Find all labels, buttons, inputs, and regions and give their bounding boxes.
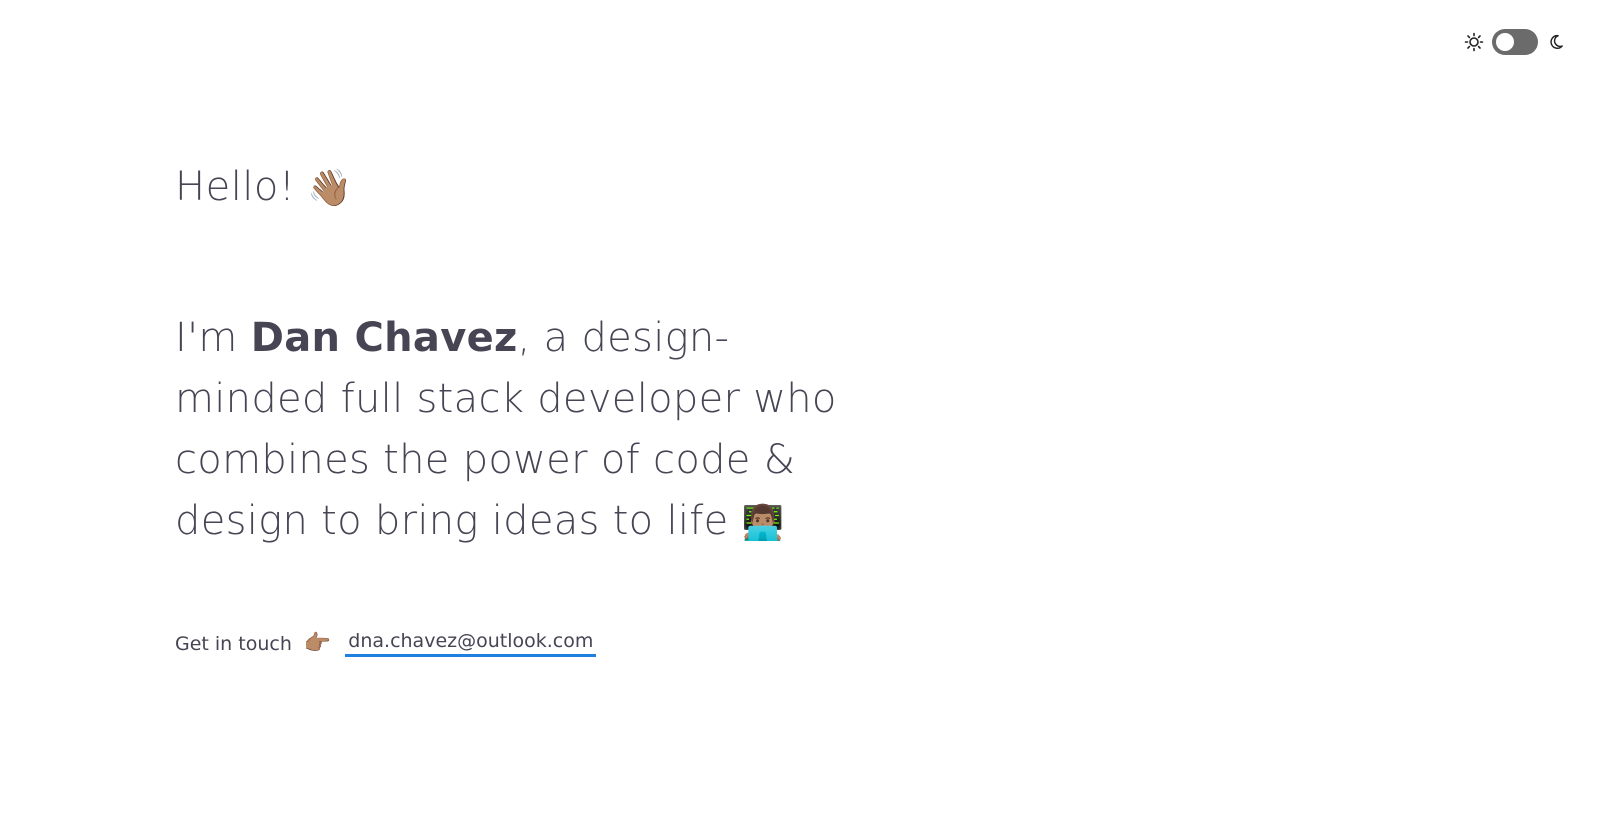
author-name: Dan Chavez (250, 315, 518, 361)
email-link[interactable]: dna.chavez@outlook.com (345, 630, 597, 657)
dark-mode-switch[interactable] (1492, 29, 1538, 55)
greeting-heading: Hello! 👋🏽 (175, 160, 895, 216)
intro-paragraph: I'm Dan Chavez, a design-minded full sta… (175, 308, 875, 554)
switch-knob (1496, 33, 1514, 51)
contact-row: Get in touch 👉🏽 dna.chavez@outlook.com (175, 630, 895, 657)
waving-hand-emoji: 👋🏽 (307, 168, 353, 209)
moon-icon (1550, 33, 1568, 51)
contact-label: Get in touch (175, 632, 292, 655)
sun-icon (1464, 32, 1484, 52)
hero-section: Hello! 👋🏽 I'm Dan Chavez, a design-minded… (175, 160, 895, 657)
intro-prefix: I'm (175, 315, 251, 361)
pointing-hand-emoji: 👉🏽 (303, 631, 332, 656)
developer-emoji: 👨🏽‍💻 (741, 503, 785, 543)
theme-toggle (1464, 28, 1568, 56)
greeting-text: Hello! (175, 164, 296, 210)
